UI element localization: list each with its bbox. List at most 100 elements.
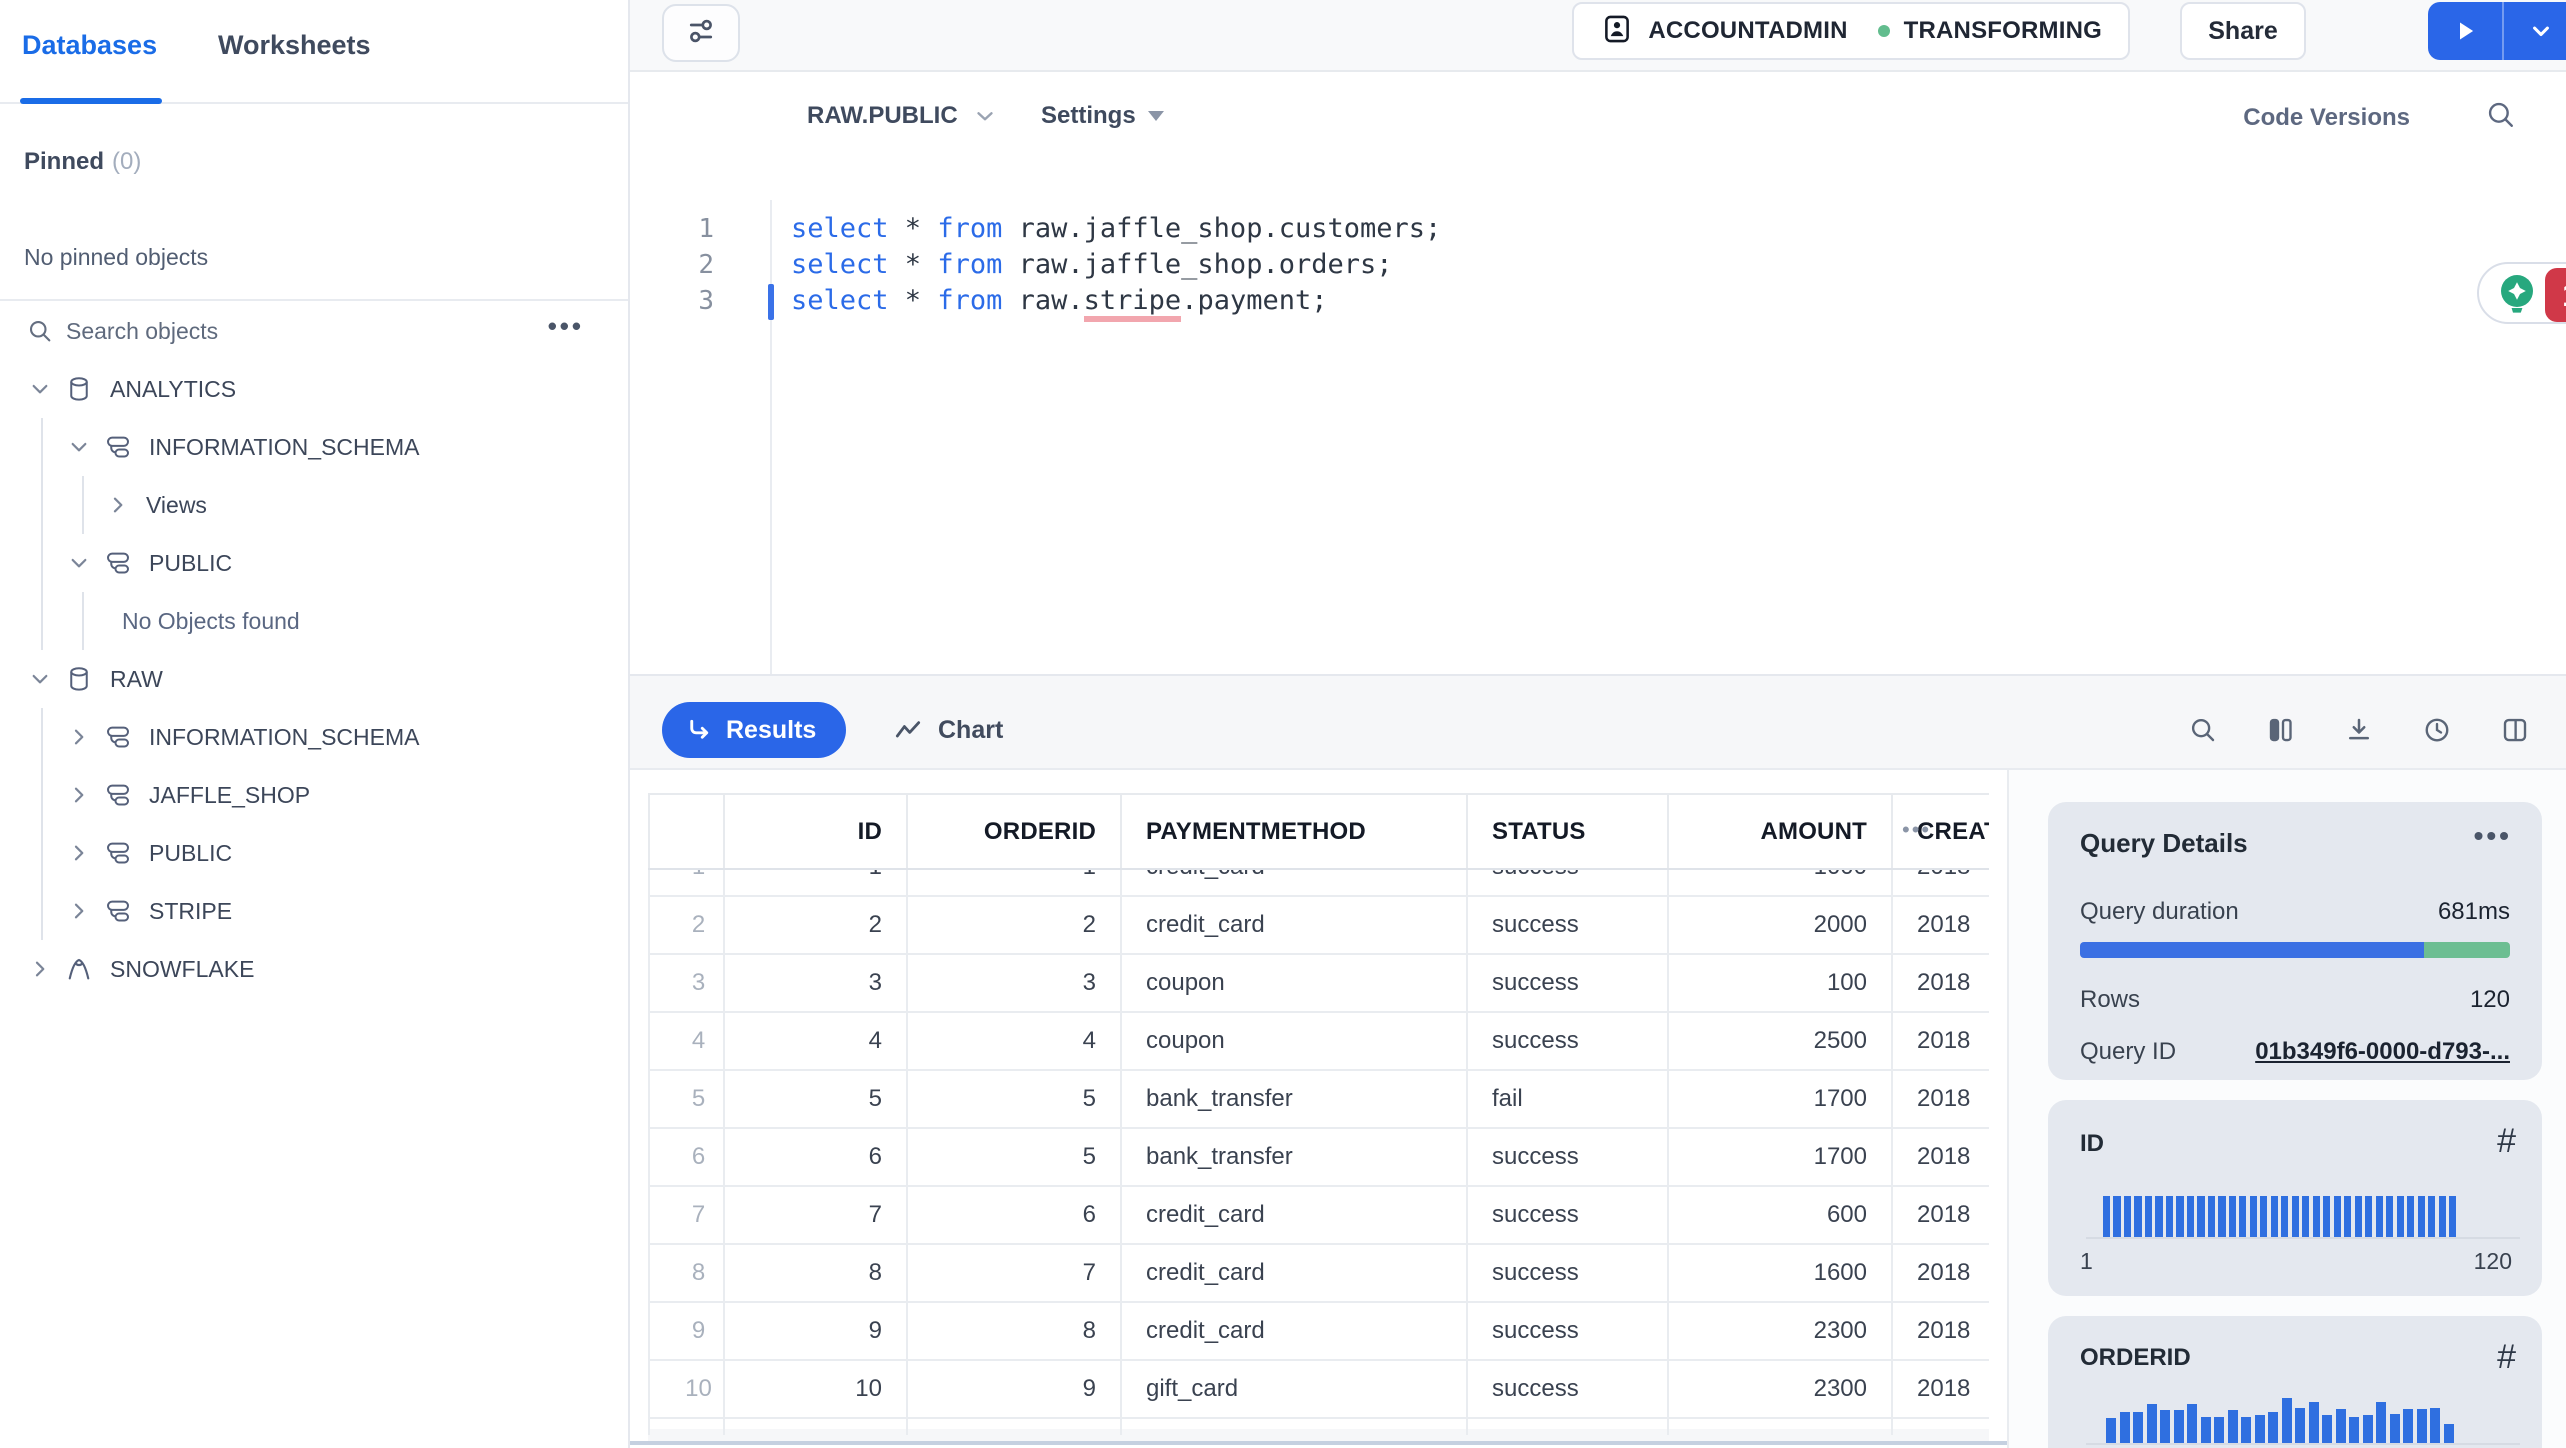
- table-cell[interactable]: 9: [648, 1303, 725, 1361]
- table-cell[interactable]: 2018: [1893, 870, 1989, 897]
- table-cell[interactable]: 5: [908, 1071, 1122, 1129]
- split-panel-button[interactable]: [2500, 715, 2530, 745]
- tab-results[interactable]: Results: [662, 702, 847, 758]
- tree-item-public[interactable]: PUBLIC: [0, 534, 628, 592]
- code-versions-link[interactable]: Code Versions: [2243, 104, 2410, 132]
- table-cell[interactable]: 2: [908, 897, 1122, 955]
- query-details-menu-icon[interactable]: •••: [2474, 820, 2512, 852]
- column-stats-card-orderid[interactable]: ORDERID #: [2048, 1316, 2542, 1448]
- table-cell[interactable]: credit_card: [1122, 897, 1468, 955]
- query-history-button[interactable]: [2422, 715, 2452, 745]
- column-header-rownum[interactable]: [648, 795, 725, 868]
- tree-item-public[interactable]: PUBLIC: [0, 824, 628, 882]
- tab-databases[interactable]: Databases: [22, 30, 157, 61]
- table-cell[interactable]: credit_card: [1122, 870, 1468, 897]
- table-cell[interactable]: 4: [725, 1013, 908, 1071]
- table-cell[interactable]: 3: [725, 955, 908, 1013]
- database-context-selector[interactable]: RAW.PUBLIC: [807, 102, 998, 130]
- table-cell[interactable]: 2018: [1893, 1245, 1989, 1303]
- table-row[interactable]: 2 2 2 credit_card success 2000 2018: [648, 897, 1989, 955]
- chevron-right-icon[interactable]: [67, 900, 91, 922]
- chevron-down-icon[interactable]: [28, 668, 52, 690]
- table-row[interactable]: 10 10 9 gift_card success 2300 2018: [648, 1361, 1989, 1419]
- object-search[interactable]: Search objects •••: [0, 301, 628, 361]
- table-cell[interactable]: 10: [725, 1361, 908, 1419]
- table-cell[interactable]: 2: [725, 897, 908, 955]
- table-cell[interactable]: success: [1468, 1013, 1669, 1071]
- table-cell[interactable]: success: [1468, 1129, 1669, 1187]
- table-cell[interactable]: credit_card: [1122, 1245, 1468, 1303]
- tree-item-stripe[interactable]: STRIPE: [0, 882, 628, 940]
- chevron-right-icon[interactable]: [67, 726, 91, 748]
- code-line[interactable]: select * from raw.jaffle_shop.orders;: [791, 247, 1441, 283]
- results-grid[interactable]: IDORDERIDPAYMENTMETHODSTATUSAMOUNTCREATE…: [648, 793, 1989, 1445]
- table-cell[interactable]: gift_card: [1122, 1361, 1468, 1419]
- chevron-right-icon[interactable]: [28, 958, 52, 980]
- table-cell[interactable]: 2: [648, 897, 725, 955]
- column-menu-icon[interactable]: •••: [1902, 817, 1931, 843]
- table-cell[interactable]: 2018: [1893, 1071, 1989, 1129]
- column-header-amount[interactable]: AMOUNT: [1669, 795, 1893, 868]
- tree-item-information-schema[interactable]: INFORMATION_SCHEMA: [0, 708, 628, 766]
- copilot-suggestion-pill[interactable]: 1: [2477, 262, 2566, 324]
- table-cell[interactable]: 5: [725, 1071, 908, 1129]
- table-cell[interactable]: 8: [908, 1303, 1122, 1361]
- table-cell[interactable]: success: [1468, 1245, 1669, 1303]
- table-cell[interactable]: success: [1468, 955, 1669, 1013]
- table-cell[interactable]: 6: [908, 1187, 1122, 1245]
- table-cell[interactable]: fail: [1468, 1071, 1669, 1129]
- tree-item-analytics[interactable]: ANALYTICS: [0, 360, 628, 418]
- sql-editor[interactable]: select * from raw.jaffle_shop.customers;…: [791, 211, 1441, 322]
- table-cell[interactable]: 1700: [1669, 1129, 1893, 1187]
- table-cell[interactable]: 100: [1669, 955, 1893, 1013]
- run-split-button[interactable]: [2428, 2, 2566, 60]
- grid-body[interactable]: 111credit_cardsuccess10002018222credit_c…: [648, 870, 1989, 1443]
- table-cell[interactable]: 2300: [1669, 1361, 1893, 1419]
- table-row[interactable]: 111credit_cardsuccess10002018: [648, 870, 1989, 897]
- table-cell[interactable]: 8: [648, 1245, 725, 1303]
- chevron-down-icon[interactable]: [67, 436, 91, 458]
- table-cell[interactable]: 9: [725, 1303, 908, 1361]
- table-cell[interactable]: 6: [648, 1129, 725, 1187]
- table-cell[interactable]: 10: [648, 1361, 725, 1419]
- table-row[interactable]: 8 8 7 credit_card success 1600 2018: [648, 1245, 1989, 1303]
- download-button[interactable]: [2344, 715, 2374, 745]
- table-cell[interactable]: 7: [908, 1245, 1122, 1303]
- table-cell[interactable]: coupon: [1122, 955, 1468, 1013]
- chevron-down-icon[interactable]: [28, 378, 52, 400]
- table-cell[interactable]: coupon: [1122, 1013, 1468, 1071]
- table-cell[interactable]: 1700: [1669, 1071, 1893, 1129]
- table-cell[interactable]: 3: [908, 955, 1122, 1013]
- column-stats-card-id[interactable]: ID # 1 120: [2048, 1100, 2542, 1296]
- table-cell[interactable]: success: [1468, 1187, 1669, 1245]
- table-cell[interactable]: 7: [725, 1187, 908, 1245]
- table-cell[interactable]: 1: [648, 870, 725, 897]
- table-cell[interactable]: 7: [648, 1187, 725, 1245]
- tree-item-jaffle-shop[interactable]: JAFFLE_SHOP: [0, 766, 628, 824]
- tree-item-information-schema[interactable]: INFORMATION_SCHEMA: [0, 418, 628, 476]
- chevron-right-icon[interactable]: [106, 494, 130, 516]
- role-warehouse-selector[interactable]: ACCOUNTADMIN TRANSFORMING: [1572, 2, 2130, 60]
- table-cell[interactable]: 5: [908, 1129, 1122, 1187]
- table-row[interactable]: 5 5 5 bank_transfer fail 1700 2018: [648, 1071, 1989, 1129]
- table-row[interactable]: 7 7 6 credit_card success 600 2018: [648, 1187, 1989, 1245]
- editor-search-button[interactable]: [2484, 98, 2518, 137]
- search-options-menu-icon[interactable]: •••: [548, 311, 584, 342]
- tab-worksheets[interactable]: Worksheets: [218, 30, 371, 61]
- tab-chart[interactable]: Chart: [892, 702, 1003, 758]
- table-cell[interactable]: 1: [725, 870, 908, 897]
- table-cell[interactable]: 4: [908, 1013, 1122, 1071]
- table-cell[interactable]: 4: [648, 1013, 725, 1071]
- table-cell[interactable]: 9: [908, 1361, 1122, 1419]
- table-cell[interactable]: 600: [1669, 1187, 1893, 1245]
- table-cell[interactable]: success: [1468, 870, 1669, 897]
- tree-item-views[interactable]: Views: [0, 476, 628, 534]
- table-cell[interactable]: 2500: [1669, 1013, 1893, 1071]
- table-cell[interactable]: 2018: [1893, 1303, 1989, 1361]
- table-cell[interactable]: 2018: [1893, 955, 1989, 1013]
- table-cell[interactable]: 1600: [1669, 1245, 1893, 1303]
- search-results-button[interactable]: [2188, 715, 2218, 745]
- code-line[interactable]: select * from raw.stripe.payment;: [791, 283, 1441, 322]
- table-cell[interactable]: 2018: [1893, 1129, 1989, 1187]
- column-header-paymentmethod[interactable]: PAYMENTMETHOD: [1122, 795, 1468, 868]
